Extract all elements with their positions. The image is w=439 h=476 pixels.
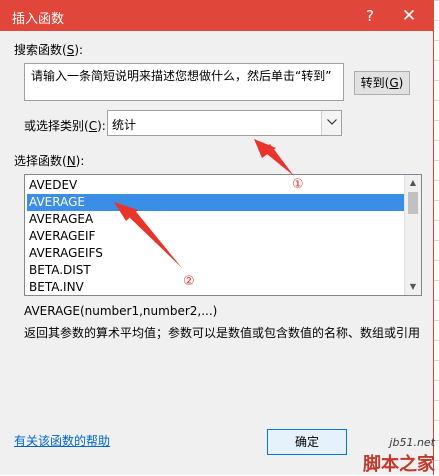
annotation-marker-1: ① bbox=[292, 177, 304, 192]
watermark: jb51.net 脚本之家 bbox=[306, 428, 439, 475]
arrow-1 bbox=[254, 139, 294, 176]
arrow-2 bbox=[114, 202, 182, 268]
annotation-overlay: ① ② bbox=[114, 139, 304, 289]
watermark-brand: 脚本之家 bbox=[363, 454, 435, 475]
annotation-marker-2: ② bbox=[183, 274, 195, 289]
watermark-site: jb51.net bbox=[389, 436, 435, 449]
